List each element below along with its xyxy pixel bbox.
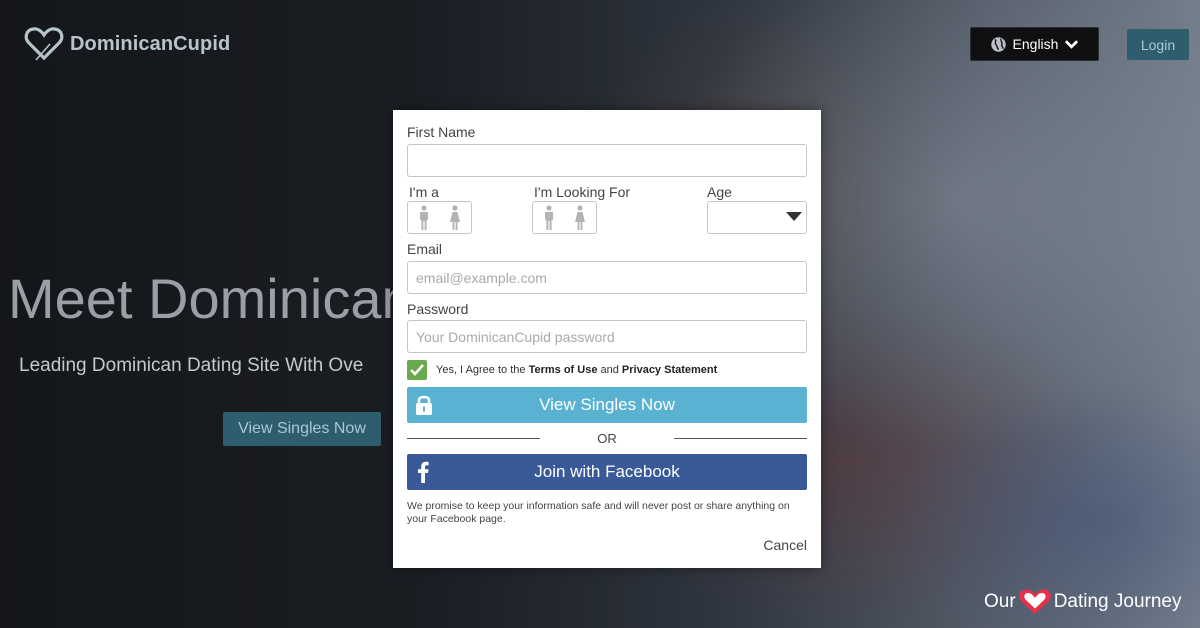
- female-icon: [450, 204, 461, 230]
- im-a-female-option[interactable]: [440, 202, 472, 233]
- view-singles-label: View Singles Now: [539, 395, 675, 414]
- agree-and: and: [597, 364, 622, 376]
- view-singles-submit-button[interactable]: View Singles Now: [407, 387, 807, 423]
- first-name-input[interactable]: [407, 144, 807, 177]
- privacy-statement-link[interactable]: Privacy Statement: [622, 364, 717, 376]
- looking-for-gender-selector[interactable]: [532, 201, 597, 234]
- watermark-prefix: Our: [984, 591, 1016, 612]
- chevron-down-icon: [1065, 40, 1079, 49]
- email-label: Email: [407, 241, 443, 257]
- privacy-promise-text: We promise to keep your information safe…: [407, 500, 790, 525]
- im-a-label: I'm a: [409, 184, 439, 200]
- language-selector[interactable]: English: [970, 27, 1099, 61]
- agree-text: Yes, I Agree to the Terms of Use and Pri…: [436, 364, 717, 376]
- age-select[interactable]: [707, 201, 807, 234]
- logo-text: DominicanCupid: [70, 32, 231, 55]
- cancel-link[interactable]: Cancel: [763, 537, 807, 553]
- email-input[interactable]: [407, 261, 807, 294]
- age-label: Age: [707, 184, 732, 200]
- male-icon: [544, 204, 553, 230]
- agree-prefix: Yes, I Agree to the: [436, 364, 529, 376]
- lock-icon: [416, 395, 432, 415]
- heart-logo-icon: [24, 27, 64, 61]
- im-a-male-option[interactable]: [408, 202, 440, 233]
- male-icon: [419, 204, 428, 230]
- looking-for-female-option[interactable]: [565, 202, 597, 233]
- our-dating-journey-watermark: Our Dating Journey: [984, 588, 1181, 616]
- terms-of-use-link[interactable]: Terms of Use: [529, 364, 598, 376]
- password-input[interactable]: [407, 320, 807, 353]
- first-name-label: First Name: [407, 124, 476, 140]
- language-label: English: [1012, 36, 1059, 52]
- site-logo[interactable]: DominicanCupid: [24, 26, 230, 62]
- female-icon: [575, 204, 586, 230]
- signup-modal: First Name I'm a I'm Looking For Age Ema…: [393, 110, 821, 568]
- agree-row: Yes, I Agree to the Terms of Use and Pri…: [407, 360, 717, 380]
- facebook-label: Join with Facebook: [534, 462, 680, 481]
- or-line-right: [674, 438, 807, 439]
- login-button[interactable]: Login: [1127, 29, 1189, 60]
- join-with-facebook-button[interactable]: Join with Facebook: [407, 454, 807, 490]
- checkmark-icon: [410, 364, 424, 376]
- globe-icon: [990, 36, 1006, 52]
- im-a-gender-selector[interactable]: [407, 201, 472, 234]
- dropdown-arrow-icon: [786, 212, 802, 221]
- looking-for-male-option[interactable]: [533, 202, 565, 233]
- or-divider: OR: [407, 431, 807, 446]
- facebook-icon: [418, 461, 429, 483]
- looking-for-label: I'm Looking For: [534, 184, 631, 200]
- hero-title: Meet Dominican: [8, 267, 413, 330]
- password-label: Password: [407, 301, 469, 317]
- hero-subtitle: Leading Dominican Dating Site With Ove: [19, 355, 364, 376]
- hero-view-singles-button[interactable]: View Singles Now: [223, 412, 381, 446]
- agree-checkbox[interactable]: [407, 360, 427, 380]
- heart-icon: [1018, 589, 1051, 614]
- watermark-suffix: Dating Journey: [1053, 591, 1182, 612]
